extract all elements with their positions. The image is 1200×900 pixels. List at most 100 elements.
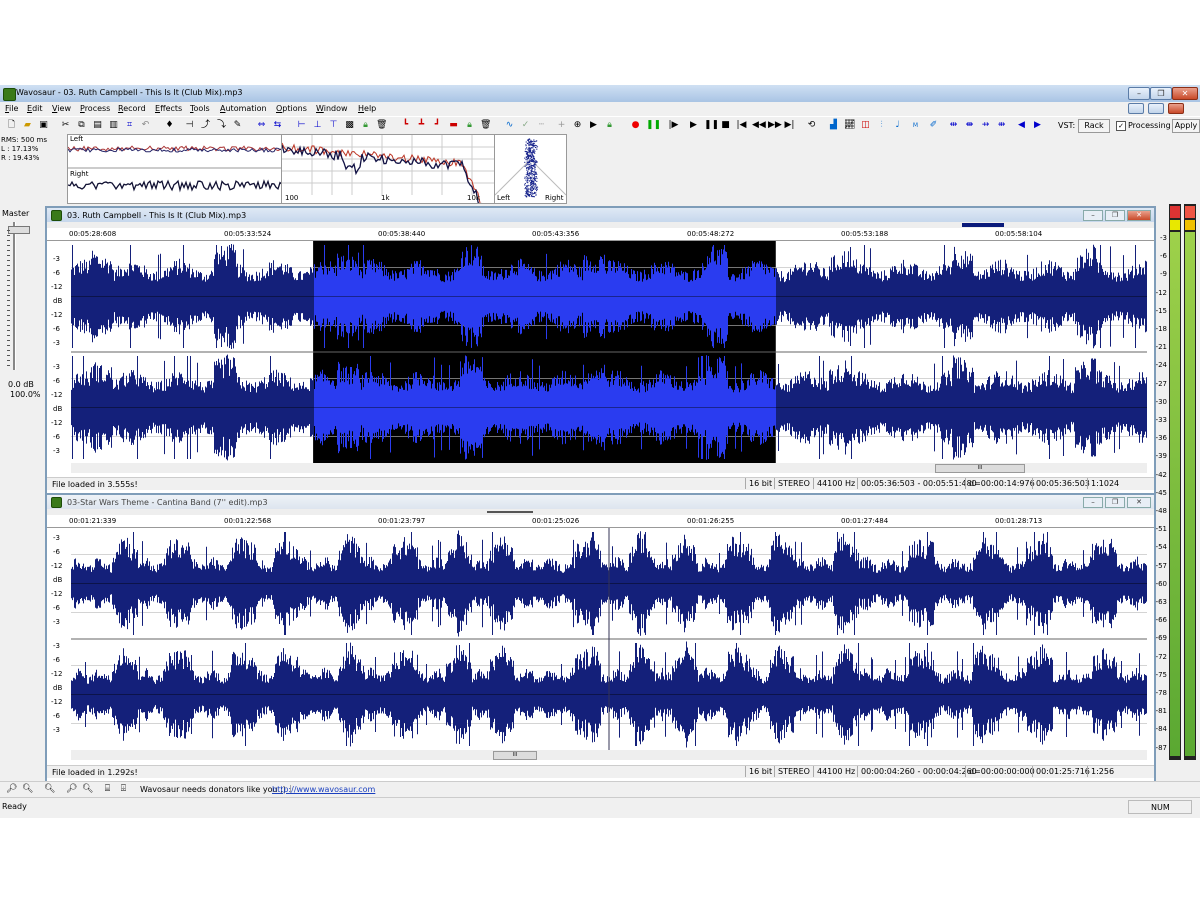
prev-icon[interactable]: ◀ [1016,120,1027,131]
chart-icon[interactable]: 📈︎ [844,120,855,131]
save-icon[interactable]: ▣ [38,120,49,131]
plus-icon[interactable]: + [556,120,567,131]
marker-red-2-icon[interactable]: ┻ [416,120,427,131]
menu-effects[interactable]: Effects [155,104,182,113]
delete-icon[interactable]: 🗑︎ [376,120,387,131]
doc1-maximize-button[interactable]: ❐ [1105,210,1125,221]
mdi-restore-button[interactable] [1148,103,1164,114]
marker-red-1-icon[interactable]: ┗ [400,120,411,131]
menu-record[interactable]: Record [118,104,146,113]
rack-button[interactable]: Rack [1078,119,1110,133]
crop-icon[interactable]: ⌗ [124,120,135,131]
doc2-time-ruler[interactable]: 00:01:21:339 00:01:22:568 00:01:23:797 0… [47,515,1154,528]
normalize-icon[interactable]: ⇔ [256,120,267,131]
doc2-h-scrollbar[interactable]: III [71,750,1147,760]
play-from-start-icon[interactable]: |▶ [668,120,679,131]
website-link[interactable]: http://www.wavosaur.com [272,785,375,794]
bpm-icon[interactable]: ♩ [892,120,903,131]
mdi-close-button[interactable] [1168,103,1184,114]
doc1-h-scrollbar[interactable]: III [71,463,1147,473]
copy-icon[interactable]: ⧉ [76,120,87,131]
doc1-close-button[interactable]: ✕ [1127,210,1151,221]
menu-edit[interactable]: Edit [27,104,43,113]
go-end-icon[interactable]: ▶| [784,120,795,131]
reverse-icon[interactable]: ⇆ [272,120,283,131]
zoom-out-h-icon[interactable]: ⇼ [964,120,975,131]
master-fader-track[interactable] [13,222,16,370]
record-icon[interactable]: ● [630,120,641,131]
paste-mix-icon[interactable]: ▥ [108,120,119,131]
close-button[interactable]: ✕ [1172,87,1198,100]
waveform-icon[interactable]: ∿ [504,120,515,131]
zoom-in-icon[interactable]: 🔎︎ [6,784,17,795]
zoom-in-h-icon[interactable]: ⇹ [948,120,959,131]
open-folder-icon[interactable]: ▰ [22,120,33,131]
lock-green-icon[interactable]: 🔒︎ [464,120,475,131]
doc2-close-button[interactable]: ✕ [1127,497,1151,508]
zoom-vertical-in-icon[interactable]: 🔎︎ [66,784,77,795]
menu-view[interactable]: View [52,104,71,113]
zoom-selection-icon[interactable]: 🔍︎ [44,784,55,795]
doc2-maximize-button[interactable]: ❐ [1105,497,1125,508]
doc2-minimize-button[interactable]: – [1083,497,1103,508]
fade-in-icon[interactable]: ⤴ [200,120,211,131]
maximize-button[interactable]: ❐ [1150,87,1172,100]
new-file-icon[interactable]: 🗋 [6,120,17,131]
menu-window[interactable]: Window [316,104,348,113]
snap-icon[interactable]: ⌸ [102,784,113,795]
insert-icon[interactable]: ⊕ [572,120,583,131]
marker-icon[interactable]: ♦ [164,120,175,131]
spectrum-icon[interactable]: ▟ [828,120,839,131]
mdi-minimize-button[interactable] [1128,103,1144,114]
pencil-icon[interactable]: ✎ [232,120,243,131]
fast-forward-icon[interactable]: ▶▶ [768,120,782,131]
region-icon[interactable]: ▩ [344,120,355,131]
minimize-button[interactable]: – [1128,87,1150,100]
grid-icon[interactable]: ⌹ [118,784,129,795]
trash-icon[interactable]: 🗑︎ [480,120,491,131]
marker-red-3-icon[interactable]: ┛ [432,120,443,131]
lock-record-icon[interactable]: 🔒︎ [604,120,615,131]
dash-icon[interactable]: ┄ [536,120,547,131]
marker-pen-icon[interactable]: ✐ [928,120,939,131]
play-icon[interactable]: ▶ [688,120,699,131]
eq-icon[interactable]: ⫶ [876,120,887,131]
zoom-vertical-out-icon[interactable]: 🔍︎ [82,784,93,795]
pause-icon[interactable]: ❚❚ [704,120,719,131]
menu-process[interactable]: Process [80,104,110,113]
rewind-icon[interactable]: ◀◀ [752,120,766,131]
next-icon[interactable]: ▶ [1032,120,1043,131]
fade-out-icon[interactable]: ⤵ [216,120,227,131]
zoom-sel-icon[interactable]: ⇸ [980,120,991,131]
doc1-waveform[interactable] [71,241,1147,463]
marker-red-4-icon[interactable]: ▬ [448,120,459,131]
pause-record-icon[interactable]: ❚❚ [646,120,661,131]
processing-checkbox[interactable]: ✓ [1116,121,1126,131]
menu-file[interactable]: File [5,104,18,113]
cut-icon[interactable]: ✂ [60,120,71,131]
loop-icon[interactable]: ⊤ [328,120,339,131]
zoom-all-icon[interactable]: ⇻ [996,120,1007,131]
loop-toggle-icon[interactable]: ⟲ [806,120,817,131]
loop-start-icon[interactable]: ⊢ [296,120,307,131]
doc1-scroll-thumb[interactable]: III [935,464,1025,473]
menu-tools[interactable]: Tools [190,104,210,113]
loop-end-icon[interactable]: ⊥ [312,120,323,131]
go-start-icon[interactable]: |◀ [736,120,747,131]
menu-help[interactable]: Help [358,104,376,113]
undo-icon[interactable]: ↶ [140,120,151,131]
doc2-scroll-thumb[interactable]: III [493,751,537,760]
lock-icon[interactable]: 🔒︎ [360,120,371,131]
mode-icon[interactable]: M [910,120,921,131]
analysis-icon[interactable]: ◫ [860,120,871,131]
apply-button[interactable]: Apply [1172,119,1200,133]
stop-icon[interactable]: ■ [720,120,731,131]
trim-icon[interactable]: ⊣ [184,120,195,131]
doc1-time-ruler[interactable]: 00:05:28:608 00:05:33:524 00:05:38:440 0… [47,228,1154,241]
doc2-waveform[interactable] [71,528,1147,750]
check-icon[interactable]: ✓ [520,120,531,131]
menu-automation[interactable]: Automation [220,104,267,113]
paste-icon[interactable]: ▤ [92,120,103,131]
menu-options[interactable]: Options [276,104,307,113]
play-selection-icon[interactable]: ▶ [588,120,599,131]
